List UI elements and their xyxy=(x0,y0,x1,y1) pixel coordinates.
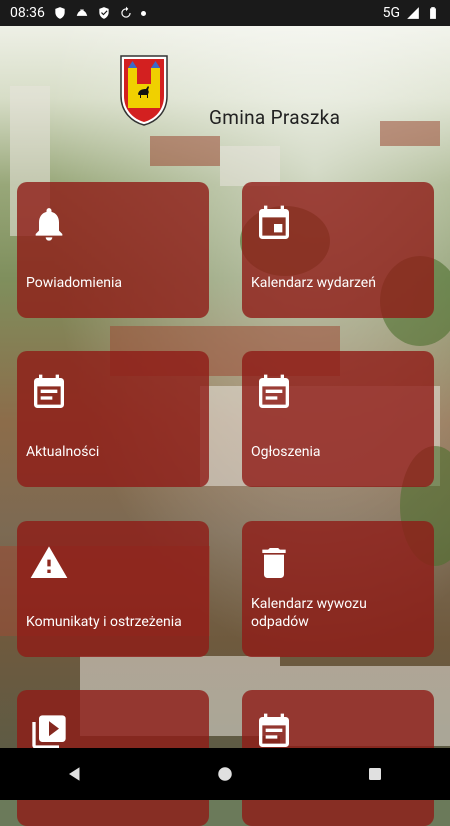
signal-icon xyxy=(406,6,420,20)
status-bar: 08:36 5G xyxy=(0,0,450,26)
shield-icon xyxy=(53,6,67,20)
sync-icon xyxy=(119,6,133,20)
app-notification-icon xyxy=(75,6,89,20)
bell-icon xyxy=(29,204,69,244)
system-navigation-bar xyxy=(0,748,450,800)
coat-of-arms-logo xyxy=(119,54,169,126)
video-icon xyxy=(29,712,69,752)
trash-icon xyxy=(254,543,294,583)
tile-news[interactable]: Aktualności xyxy=(17,351,209,487)
tile-announcements[interactable]: Ogłoszenia xyxy=(242,351,434,487)
tile-label: Powiadomienia xyxy=(26,275,123,291)
news-calendar-icon xyxy=(29,373,69,413)
recents-square-icon xyxy=(369,768,381,780)
recents-button[interactable] xyxy=(355,754,395,794)
tile-warnings[interactable]: Komunikaty i ostrzeżenia xyxy=(17,521,209,657)
tile-label: Aktualności xyxy=(26,444,100,460)
document-icon xyxy=(254,712,294,752)
tile-events-calendar[interactable]: Kalendarz wydarzeń xyxy=(242,182,434,318)
battery-icon xyxy=(426,6,440,20)
tile-label: Komunikaty i ostrzeżenia xyxy=(26,614,182,630)
tile-label: Kalendarz wydarzeń xyxy=(251,275,376,291)
status-time: 08:36 xyxy=(10,5,45,21)
tile-label: Kalendarz wywozu odpadów xyxy=(251,596,367,630)
back-triangle-icon xyxy=(69,767,80,781)
warning-icon xyxy=(29,543,69,583)
announcement-calendar-icon xyxy=(254,373,294,413)
app-header: Gmina Praszka xyxy=(0,26,450,176)
tile-notifications[interactable]: Powiadomienia xyxy=(17,182,209,318)
network-type: 5G xyxy=(382,5,400,21)
app-title: Gmina Praszka xyxy=(209,106,341,129)
calendar-icon xyxy=(254,204,294,244)
more-notifications-dot xyxy=(140,10,146,16)
back-button[interactable] xyxy=(55,754,95,794)
home-button[interactable] xyxy=(205,754,245,794)
home-circle-icon xyxy=(218,767,232,781)
tile-waste-calendar[interactable]: Kalendarz wywozu odpadów xyxy=(242,521,434,657)
tile-label: Ogłoszenia xyxy=(251,444,321,460)
shield-check-icon xyxy=(97,6,111,20)
